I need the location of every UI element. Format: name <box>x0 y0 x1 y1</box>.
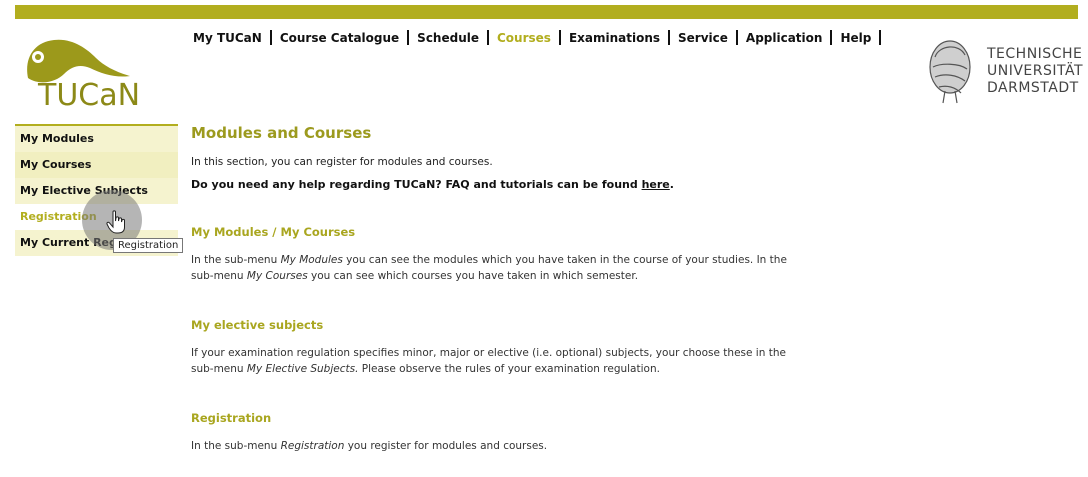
nav-separator <box>668 30 671 45</box>
university-line-3: DARMSTADT <box>987 80 1079 96</box>
nav-help[interactable]: Help <box>840 31 871 45</box>
section-text-emphasis: Registration <box>280 440 345 452</box>
section-title-elective-subjects: My elective subjects <box>191 318 324 332</box>
nav-separator <box>269 30 272 45</box>
nav-schedule[interactable]: Schedule <box>417 31 479 45</box>
section-text-emphasis: My Modules <box>280 254 343 266</box>
university-line-1: TECHNISCHE <box>987 46 1083 62</box>
logo-text: TUCaN <box>38 78 141 113</box>
nav-courses[interactable]: Courses <box>497 31 551 45</box>
section-text-modules-courses: In the sub-menu My Modules you can see t… <box>191 252 791 284</box>
registration-tooltip: Registration <box>113 238 184 253</box>
help-text-label: Do you need any help regarding TUCaN? FA… <box>191 178 642 191</box>
nav-separator <box>735 30 738 45</box>
help-text: Do you need any help regarding TUCaN? FA… <box>191 178 791 191</box>
section-text-registration: In the sub-menu Registration you registe… <box>191 438 791 454</box>
nav-my-tucan[interactable]: My TUCaN <box>193 31 262 45</box>
section-title-modules-courses: My Modules / My Courses <box>191 225 356 239</box>
nav-separator <box>558 30 561 45</box>
help-text-end: . <box>669 178 674 191</box>
sidebar-item-my-modules[interactable]: My Modules <box>15 126 178 152</box>
athena-head-icon <box>929 40 971 104</box>
section-text-part: In the sub-menu <box>191 440 281 452</box>
section-text-emphasis: My Elective Subjects. <box>246 363 359 375</box>
nav-examinations[interactable]: Examinations <box>569 31 660 45</box>
university-line-2: UNIVERSITÄT <box>987 63 1084 79</box>
university-name: TECHNISCHE UNIVERSITÄT DARMSTADT <box>987 46 1083 97</box>
hand-cursor-icon <box>106 210 125 234</box>
top-navigation: My TUCaN Course Catalogue Schedule Cours… <box>193 30 889 45</box>
nav-separator <box>407 30 410 45</box>
section-text-part: you register for modules and courses. <box>344 440 548 452</box>
section-text-part: In the sub-menu <box>191 254 281 266</box>
section-text-elective-subjects: If your examination regulation specifies… <box>191 345 791 377</box>
nav-separator <box>879 30 882 45</box>
sidebar-item-my-courses[interactable]: My Courses <box>15 152 178 178</box>
nav-separator <box>487 30 489 45</box>
section-text-part: you can see which courses you have taken… <box>307 270 639 282</box>
top-accent-bar <box>15 5 1078 19</box>
section-text-emphasis: My Courses <box>246 270 308 282</box>
main-content: Modules and Courses In this section, you… <box>191 124 791 454</box>
help-link[interactable]: here <box>642 178 670 191</box>
section-title-registration: Registration <box>191 411 272 425</box>
tucan-logo[interactable]: TUCaN <box>20 38 150 118</box>
nav-application[interactable]: Application <box>746 31 823 45</box>
intro-text: In this section, you can register for mo… <box>191 156 493 168</box>
tu-darmstadt-logo[interactable]: TECHNISCHE UNIVERSITÄT DARMSTADT <box>925 37 1083 107</box>
nav-course-catalogue[interactable]: Course Catalogue <box>280 31 399 45</box>
nav-service[interactable]: Service <box>678 31 728 45</box>
nav-separator <box>830 30 833 45</box>
section-text-part: Please observe the rules of your examina… <box>358 363 660 375</box>
page-title: Modules and Courses <box>191 124 372 142</box>
